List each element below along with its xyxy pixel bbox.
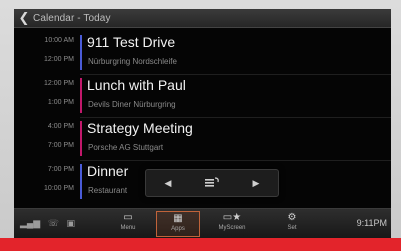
- clock: 9:11PM: [356, 218, 387, 228]
- event-item[interactable]: 4:00 PM 7:00 PM Strategy Meeting Porsche…: [14, 120, 391, 159]
- tab-label: Apps: [171, 226, 185, 232]
- event-color-bar: [80, 121, 82, 156]
- arrow-left-icon[interactable]: ◀: [155, 178, 181, 189]
- event-location: Porsche AG Stuttgart: [88, 143, 164, 152]
- accent-strip: [0, 238, 401, 251]
- divider: [80, 160, 391, 161]
- event-location: Devils Diner Nürburgring: [88, 100, 176, 109]
- star-screen-icon: ▭★: [222, 212, 242, 223]
- event-times: 4:00 PM 7:00 PM: [14, 120, 74, 159]
- screen: ❮ Calendar - Today 10:00 AM 12:00 PM 911…: [14, 9, 391, 238]
- event-times: 7:00 PM 10:00 PM: [14, 163, 74, 202]
- page-navigation-popup: ◀ ▶: [145, 169, 279, 197]
- event-item[interactable]: 10:00 AM 12:00 PM 911 Test Drive Nürburg…: [14, 34, 391, 73]
- divider: [80, 74, 391, 75]
- bottom-bar: ▂▄▆ ☏ ▣ ▭ Menu ▦ Apps ▭★ MyScreen ⚙ Set …: [14, 208, 391, 238]
- page-title: Calendar - Today: [33, 12, 111, 24]
- signal-icon: ▂▄▆: [20, 218, 41, 228]
- header-bar: ❮ Calendar - Today: [14, 9, 391, 28]
- tab-myscreen[interactable]: ▭★ MyScreen: [210, 211, 254, 237]
- event-end-time: 1:00 PM: [47, 99, 74, 106]
- device-icon: ▣: [66, 218, 76, 228]
- event-start-time: 4:00 PM: [47, 123, 74, 130]
- event-start-time: 7:00 PM: [47, 166, 74, 173]
- phone-icon: ☏: [47, 218, 60, 228]
- event-location: Restaurant: [88, 186, 128, 195]
- event-start-time: 12:00 PM: [44, 80, 74, 87]
- status-icons: ▂▄▆ ☏ ▣: [20, 218, 80, 229]
- event-title: Lunch with Paul: [87, 77, 186, 93]
- car-icon: ▭: [123, 212, 133, 223]
- event-color-bar: [80, 35, 82, 70]
- event-times: 10:00 AM 12:00 PM: [14, 34, 74, 73]
- event-location: Nürburgring Nordschleife: [88, 57, 177, 66]
- event-title: Strategy Meeting: [87, 120, 193, 136]
- event-color-bar: [80, 164, 82, 199]
- chevron-left-icon[interactable]: ❮: [17, 9, 31, 27]
- arrow-right-icon[interactable]: ▶: [243, 178, 269, 189]
- tab-menu[interactable]: ▭ Menu: [106, 211, 150, 237]
- event-color-bar: [80, 78, 82, 113]
- tab-set[interactable]: ⚙ Set: [270, 211, 314, 237]
- grid-icon: ▦: [173, 213, 183, 224]
- event-end-time: 12:00 PM: [44, 56, 74, 63]
- tab-label: Set: [287, 225, 297, 231]
- settings-icon: ⚙: [287, 212, 297, 223]
- divider: [80, 117, 391, 118]
- event-end-time: 10:00 PM: [44, 185, 74, 192]
- menu-icon[interactable]: [199, 176, 225, 190]
- event-times: 12:00 PM 1:00 PM: [14, 77, 74, 116]
- tab-label: Menu: [120, 225, 136, 231]
- tab-label: MyScreen: [218, 225, 246, 231]
- event-start-time: 10:00 AM: [44, 37, 74, 44]
- tab-apps[interactable]: ▦ Apps: [156, 211, 200, 237]
- event-end-time: 7:00 PM: [47, 142, 74, 149]
- event-item[interactable]: 12:00 PM 1:00 PM Lunch with Paul Devils …: [14, 77, 391, 116]
- device-frame: ❮ Calendar - Today 10:00 AM 12:00 PM 911…: [0, 0, 401, 251]
- event-title: 911 Test Drive: [87, 34, 176, 50]
- event-title: Dinner: [87, 163, 129, 179]
